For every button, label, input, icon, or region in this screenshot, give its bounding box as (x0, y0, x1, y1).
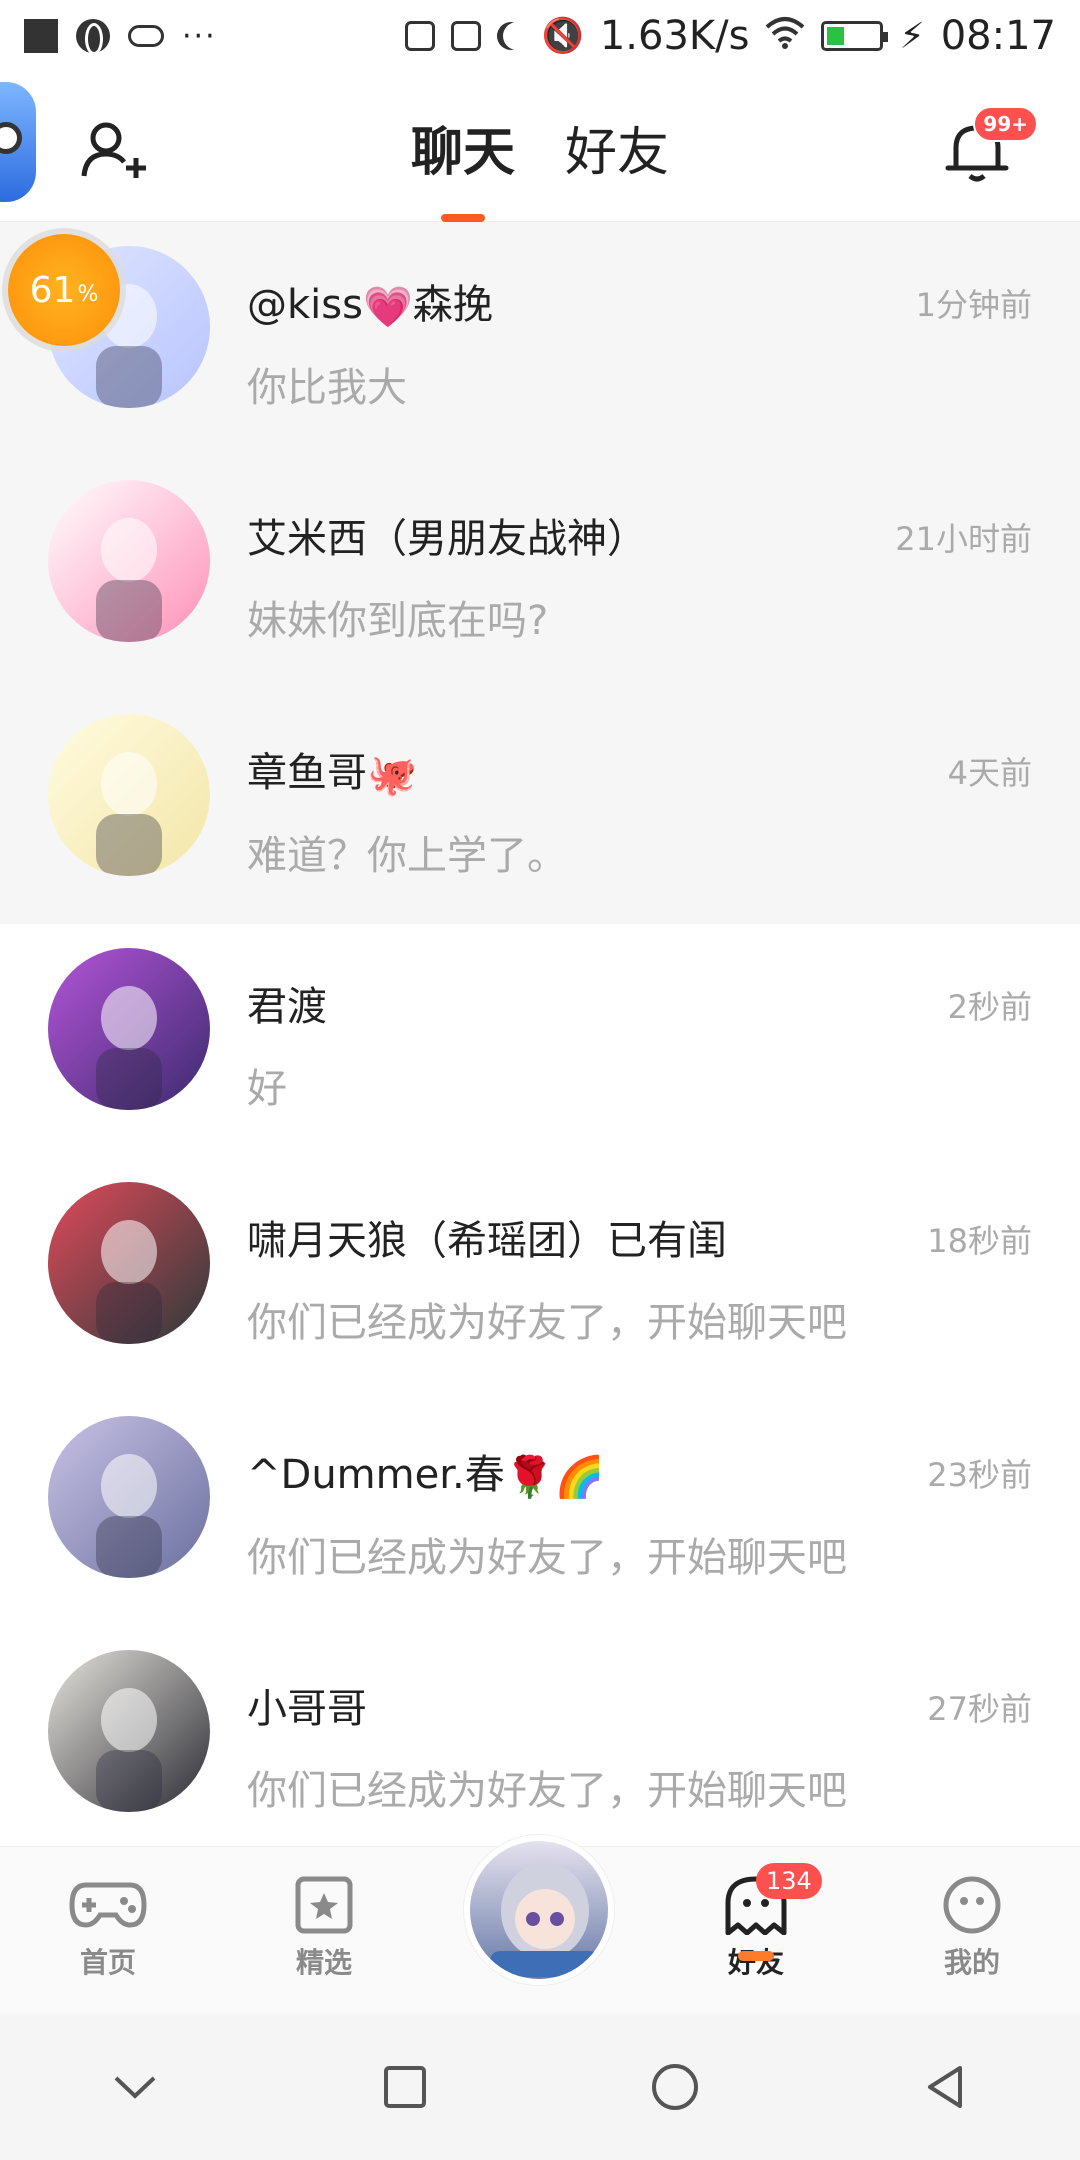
nav-featured-label: 精选 (295, 1946, 352, 1979)
avatar[interactable] (48, 480, 210, 642)
chat-preview: 你们已经成为好友了，开始聊天吧 (247, 1300, 847, 1346)
chat-list: 61% @kiss💗森挽 你比我大 1分钟前 艾米西（男朋友战神） 妹妹你到底在吗? 21小… (0, 222, 1080, 1860)
nav-friends[interactable]: 134 好友 (686, 1863, 826, 1981)
chat-row[interactable]: 啸月天狼（希瑶团）已有闺你们已经成为好友了，开始聊天吧 18秒前 (0, 1158, 1080, 1392)
chat-name: 章鱼哥🐙 (247, 740, 887, 799)
chat-name-text: 章鱼哥 (247, 750, 367, 796)
header-tabs: 聊天 好友 (0, 72, 1080, 222)
network-speed: 1.63K/s (599, 13, 750, 59)
chat-row[interactable]: 艾米西（男朋友战神） 妹妹你到底在吗? 21小时前 (0, 456, 1080, 690)
avatar[interactable] (48, 948, 210, 1110)
chat-row[interactable]: ^Dummer.春🌹🌈 你们已经成为好友了，开始聊天吧 23秒前 (0, 1392, 1080, 1626)
chat-name-text: 啸月天狼（希瑶团）已有闺 (247, 1218, 727, 1264)
name-emoji: 🌹🌈 (504, 1454, 605, 1501)
avatar[interactable] (48, 1650, 210, 1812)
chat-row[interactable]: 君渡好 2秒前 (0, 924, 1080, 1158)
chat-time: 21小时前 (895, 520, 1032, 558)
collapse-icon[interactable] (105, 2057, 165, 2117)
more-notifications-icon: ··· (182, 18, 217, 54)
battery-icon (821, 21, 889, 51)
chat-name-text: 小哥哥 (247, 1686, 367, 1732)
tab-chat[interactable]: 聊天 (411, 72, 515, 222)
nav-home-label: 首页 (79, 1946, 136, 1979)
chat-time: 23秒前 (927, 1456, 1032, 1494)
do-not-disturb-icon (503, 22, 531, 50)
chat-preview: 你们已经成为好友了，开始聊天吧 (247, 1534, 847, 1581)
chat-name-text: 君渡 (247, 984, 327, 1030)
name-emoji: 💗 (362, 284, 413, 331)
nav-me[interactable]: 我的 (902, 1875, 1042, 1981)
progress-unit: % (77, 281, 99, 307)
active-indicator (738, 1951, 774, 1961)
chat-preview: 难道？你上学了。 (247, 832, 567, 879)
star-card-icon (284, 1875, 364, 1935)
name-emoji: 🐙 (367, 752, 417, 799)
chat-name: 君渡 (247, 974, 887, 1032)
tab-friends[interactable]: 好友 (565, 72, 669, 222)
charging-icon: ⚡ (899, 15, 925, 57)
chat-row[interactable]: 61% @kiss💗森挽 你比我大 1分钟前 (0, 222, 1080, 456)
progress-value: 61 (29, 269, 76, 311)
chat-preview: 妹妹你到底在吗? (247, 598, 549, 644)
avatar[interactable] (48, 1182, 210, 1344)
chat-preview: 你比我大 (247, 364, 407, 411)
globe-icon (76, 19, 110, 55)
cloud-icon (128, 25, 164, 47)
bottom-nav: 首页 精选 134 好友 我的 (0, 1835, 1080, 2014)
avatar[interactable] (48, 1416, 210, 1578)
notification-button[interactable]: 99+ (942, 106, 1038, 186)
chat-time: 2秒前 (947, 988, 1032, 1026)
wifi-icon (765, 15, 805, 58)
nav-featured[interactable]: 精选 (254, 1875, 394, 1981)
chat-time: 4天前 (947, 754, 1032, 792)
back-icon[interactable] (915, 2057, 975, 2117)
notification-badge: 99+ (973, 106, 1038, 142)
chat-name-text: @kiss (247, 282, 363, 328)
nfc-icon (405, 21, 436, 51)
system-nav-bar (0, 2014, 1080, 2160)
nav-me-label: 我的 (943, 1946, 1000, 1979)
chat-name-suffix: 森挽 (412, 282, 493, 328)
mute-icon: 🔇 (541, 16, 584, 56)
chat-name: @kiss💗森挽 (247, 272, 887, 331)
chat-time: 18秒前 (927, 1222, 1032, 1260)
chat-name: 啸月天狼（希瑶团）已有闺 (247, 1208, 887, 1266)
nav-friends-label: 好友 (727, 1946, 784, 1979)
clock: 08:17 (940, 13, 1056, 59)
recent-apps-icon[interactable] (375, 2057, 435, 2117)
chat-name-text: 艾米西（男朋友战神） (247, 516, 647, 562)
chat-time: 27秒前 (927, 1690, 1032, 1728)
avatar[interactable] (48, 714, 210, 876)
home-icon[interactable] (645, 2057, 705, 2117)
chat-time: 1分钟前 (915, 286, 1032, 324)
chat-preview: 好 (247, 1066, 287, 1112)
center-avatar-button[interactable] (464, 1835, 614, 1985)
sim-icon (451, 21, 482, 51)
chat-name-text: ^Dummer.春 (247, 1452, 505, 1498)
chat-name: ^Dummer.春🌹🌈 (247, 1442, 887, 1501)
chat-name: 艾米西（男朋友战神） (247, 506, 887, 564)
top-app-bar: 聊天 好友 99+ (0, 72, 1080, 222)
status-bar: ··· 🔇 1.63K/s ⚡ 08:17 (0, 0, 1080, 72)
friends-badge: 134 (756, 1863, 822, 1899)
progress-badge[interactable]: 61% (8, 234, 120, 346)
notification-square-icon (24, 19, 58, 53)
chat-row[interactable]: 章鱼哥🐙 难道？你上学了。 4天前 (0, 690, 1080, 924)
smiley-icon (932, 1875, 1012, 1935)
chat-row[interactable]: 小哥哥你们已经成为好友了，开始聊天吧 27秒前 (0, 1626, 1080, 1860)
chat-preview: 你们已经成为好友了，开始聊天吧 (247, 1768, 847, 1814)
nav-home[interactable]: 首页 (38, 1875, 178, 1981)
chat-name: 小哥哥 (247, 1676, 887, 1734)
gamepad-icon (68, 1875, 148, 1935)
